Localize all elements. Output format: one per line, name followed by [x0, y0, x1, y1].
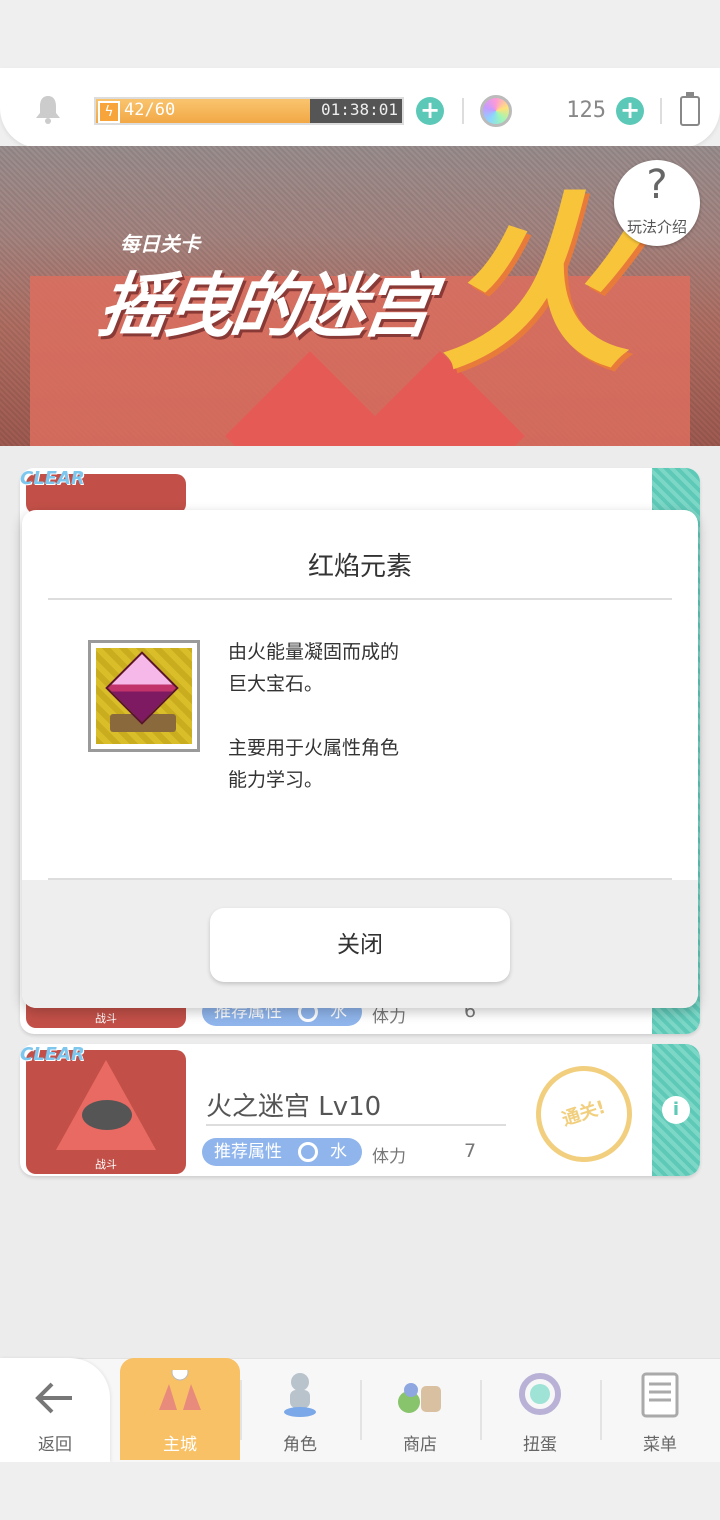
nav-label: 角色: [283, 1435, 317, 1455]
nav-item-menu[interactable]: 菜单: [600, 1358, 720, 1460]
nav-label: 扭蛋: [523, 1435, 557, 1455]
level-thumb-art: [82, 1100, 132, 1130]
stamina-label: 体力: [372, 1147, 406, 1167]
gacha-icon: [519, 1373, 561, 1415]
rec-label: 推荐属性: [214, 1142, 282, 1162]
thumb-label: 战斗: [95, 1012, 117, 1025]
element-icon: [298, 1142, 318, 1162]
character-icon: [284, 1373, 316, 1417]
back-button[interactable]: 返回: [0, 1358, 110, 1462]
item-image-frame: [88, 640, 200, 752]
close-button[interactable]: 关闭: [210, 908, 510, 982]
rainbow-gem-icon: [480, 95, 512, 127]
dialog-title: 红焰元素: [307, 552, 412, 582]
bolt-icon: ϟ: [98, 101, 120, 123]
level-card[interactable]: 战斗 CLEAR 火之迷宫 Lv10 推荐属性 水 体力 7 通关! i: [20, 1044, 700, 1176]
add-stamina-button[interactable]: +: [416, 97, 444, 125]
level-name: 火之迷宫 Lv10: [206, 1092, 382, 1122]
castle-icon: [159, 1370, 201, 1410]
nav-item-shop[interactable]: 商店: [360, 1358, 480, 1460]
info-strip[interactable]: i: [652, 1044, 700, 1176]
system-nav-area: [0, 1462, 720, 1520]
help-button[interactable]: ? 玩法介绍: [614, 160, 700, 246]
rec-element: 水: [330, 1142, 347, 1162]
divider: [660, 98, 662, 124]
level-thumbnail: 战斗: [26, 1050, 186, 1174]
item-description-line: 巨大宝石。: [228, 673, 324, 695]
bell-icon[interactable]: [34, 94, 62, 124]
divider: [48, 878, 672, 880]
nav-item-home[interactable]: 主城: [120, 1358, 240, 1460]
nav-label: 主城: [163, 1435, 197, 1455]
fire-element-logo: 火: [440, 174, 631, 395]
recommended-element-pill: 推荐属性 水: [202, 1138, 362, 1166]
stamina-bar: ϟ 42/60 01:38:01: [94, 97, 404, 125]
nav-label: 菜单: [643, 1435, 677, 1455]
stamina-cost: 7: [464, 1140, 477, 1162]
thumb-label: 战斗: [95, 1158, 117, 1171]
clear-tag: CLEAR: [20, 468, 85, 489]
menu-icon: [641, 1372, 679, 1418]
help-label: 玩法介绍: [626, 218, 687, 236]
item-detail-dialog: 红焰元素 由火能量凝固而成的 巨大宝石。 主要用于火属性角色 能力学习。 关闭: [22, 510, 698, 1008]
stamina-timer: 01:38:01: [320, 100, 398, 119]
item-description-line: 主要用于火属性角色: [228, 737, 400, 759]
info-icon[interactable]: i: [662, 1096, 690, 1124]
banner-title: 摇曳的迷宫: [93, 265, 435, 347]
help-icon: ?: [646, 162, 668, 208]
item-description-line: 由火能量凝固而成的: [228, 641, 400, 663]
add-gems-button[interactable]: +: [616, 97, 644, 125]
nav-label: 商店: [403, 1435, 437, 1455]
nav-item-gacha[interactable]: 扭蛋: [480, 1358, 600, 1460]
stamina-text: 42/60: [124, 100, 176, 120]
divider: [48, 598, 672, 600]
clear-seal: 通关!: [523, 1053, 645, 1175]
ruby-gem-icon: [96, 648, 192, 744]
divider: [206, 1124, 506, 1126]
back-label: 返回: [38, 1435, 72, 1455]
nav-item-character[interactable]: 角色: [240, 1358, 360, 1460]
battery-icon: [680, 92, 700, 126]
divider: [462, 98, 464, 124]
item-description-line: 能力学习。: [228, 769, 324, 791]
gem-count: 125: [566, 98, 606, 123]
clear-tag: CLEAR: [20, 1044, 85, 1065]
shop-icon: [398, 1383, 441, 1413]
